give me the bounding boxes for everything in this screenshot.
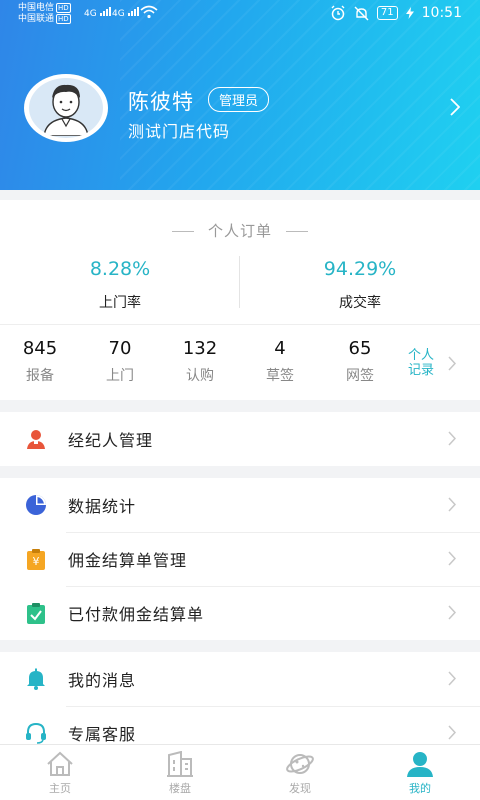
stat-label: 认购 bbox=[186, 368, 214, 384]
personal-orders-card: 个人订单 8.28% 上门率 94.29% 成交率 845 报备 70 上门 1… bbox=[0, 200, 480, 400]
tab-discover[interactable]: 发现 bbox=[240, 745, 360, 800]
hd-badge: HD bbox=[56, 3, 71, 13]
stat-value: 70 bbox=[108, 338, 132, 359]
building-icon bbox=[167, 751, 193, 777]
divider bbox=[0, 324, 480, 325]
store-code: 测试门店代码 bbox=[128, 122, 231, 141]
mute-icon bbox=[354, 6, 369, 20]
chevron-right-icon bbox=[448, 551, 456, 566]
personal-record-link[interactable]: 个人 记录 bbox=[403, 348, 439, 378]
carrier-1: 中国电信 bbox=[18, 3, 55, 13]
clipboard-check-icon bbox=[24, 601, 48, 625]
avatar[interactable] bbox=[24, 74, 108, 142]
menu-label: 经纪人管理 bbox=[68, 431, 154, 450]
orders-title: 个人订单 bbox=[0, 220, 480, 241]
stat-value: 65 bbox=[348, 338, 372, 359]
agent-icon bbox=[24, 427, 48, 451]
menu-label: 佣金结算单管理 bbox=[68, 551, 188, 570]
carrier-info: 中国电信 HD 中国联通 HD bbox=[18, 3, 71, 25]
deal-rate-label: 成交率 bbox=[339, 295, 381, 311]
deal-rate[interactable]: 94.29% 成交率 bbox=[240, 258, 480, 312]
menu-group-agents: 经纪人管理 bbox=[0, 412, 480, 466]
user-icon bbox=[407, 752, 433, 777]
menu-group-data: 数据统计 ¥ 佣金结算单管理 已付款佣金结算单 bbox=[0, 478, 480, 640]
profile-chevron-right-icon[interactable] bbox=[450, 98, 461, 120]
chevron-right-icon bbox=[448, 605, 456, 620]
bell-icon bbox=[24, 667, 48, 691]
stat-value: 845 bbox=[22, 338, 58, 359]
tab-buildings[interactable]: 楼盘 bbox=[120, 745, 240, 800]
menu-item-agent-management[interactable]: 经纪人管理 bbox=[0, 412, 480, 466]
chevron-right-icon bbox=[448, 497, 456, 512]
stat-label: 报备 bbox=[26, 368, 54, 384]
wifi-icon bbox=[140, 5, 158, 22]
home-icon bbox=[47, 751, 73, 776]
signal-icon: 4G bbox=[112, 6, 142, 19]
avatar-image bbox=[29, 78, 103, 138]
menu-item-data-statistics[interactable]: 数据统计 bbox=[0, 478, 480, 532]
tab-label: 楼盘 bbox=[169, 782, 191, 795]
tab-home[interactable]: 主页 bbox=[0, 745, 120, 800]
stat-label: 网签 bbox=[346, 368, 374, 384]
menu-label: 我的消息 bbox=[68, 671, 137, 690]
profile-header: 中国电信 HD 中国联通 HD 4G 4G 71 10:51 陈彼特 管理员 测… bbox=[0, 0, 480, 190]
alarm-icon bbox=[331, 5, 345, 21]
stat-subscribe[interactable]: 132 认购 bbox=[160, 338, 240, 385]
bottom-tab-bar: 主页 楼盘 发现 我的 bbox=[0, 744, 480, 800]
pie-chart-icon bbox=[24, 493, 48, 517]
tab-label: 我的 bbox=[409, 782, 431, 795]
tab-label: 主页 bbox=[49, 782, 71, 795]
hd-badge: HD bbox=[56, 14, 71, 24]
chevron-right-icon bbox=[448, 431, 456, 446]
record-chevron-right-icon[interactable] bbox=[448, 356, 457, 375]
clipboard-yen-icon: ¥ bbox=[24, 547, 48, 571]
menu-item-my-messages[interactable]: 我的消息 bbox=[0, 652, 480, 706]
stat-report[interactable]: 845 报备 bbox=[0, 338, 80, 385]
svg-text:¥: ¥ bbox=[33, 555, 40, 568]
headset-icon bbox=[24, 721, 48, 745]
menu-item-paid-commission[interactable]: 已付款佣金结算单 bbox=[0, 586, 480, 640]
user-name: 陈彼特 bbox=[128, 90, 194, 114]
visit-rate-label: 上门率 bbox=[99, 295, 141, 311]
menu-item-commission-settlement[interactable]: ¥ 佣金结算单管理 bbox=[0, 532, 480, 586]
stat-visit[interactable]: 70 上门 bbox=[80, 338, 160, 385]
visit-rate-value: 8.28% bbox=[89, 258, 151, 280]
clock: 10:51 bbox=[421, 5, 462, 21]
stat-value: 132 bbox=[182, 338, 218, 359]
status-bar: 中国电信 HD 中国联通 HD 4G 4G 71 10:51 bbox=[0, 0, 480, 28]
stat-online-sign[interactable]: 65 网签 bbox=[320, 338, 400, 385]
tab-mine[interactable]: 我的 bbox=[360, 745, 480, 800]
role-badge: 管理员 bbox=[208, 87, 270, 112]
chevron-right-icon bbox=[448, 725, 456, 740]
charging-icon bbox=[405, 7, 414, 19]
menu-label: 已付款佣金结算单 bbox=[68, 605, 205, 624]
menu-label: 数据统计 bbox=[68, 497, 137, 516]
visit-rate[interactable]: 8.28% 上门率 bbox=[0, 258, 240, 312]
carrier-2: 中国联通 bbox=[18, 14, 55, 24]
deal-rate-value: 94.29% bbox=[323, 258, 397, 280]
battery-level: 71 bbox=[376, 6, 398, 20]
tab-label: 发现 bbox=[289, 782, 311, 795]
planet-icon bbox=[286, 754, 314, 774]
stat-value: 4 bbox=[274, 338, 286, 359]
signal-icon: 4G bbox=[84, 6, 114, 19]
stat-label: 草签 bbox=[266, 368, 294, 384]
stat-draft-sign[interactable]: 4 草签 bbox=[240, 338, 320, 385]
chevron-right-icon bbox=[448, 671, 456, 686]
menu-label: 专属客服 bbox=[68, 725, 137, 744]
status-right: 71 10:51 bbox=[330, 5, 462, 21]
stat-label: 上门 bbox=[106, 368, 134, 384]
